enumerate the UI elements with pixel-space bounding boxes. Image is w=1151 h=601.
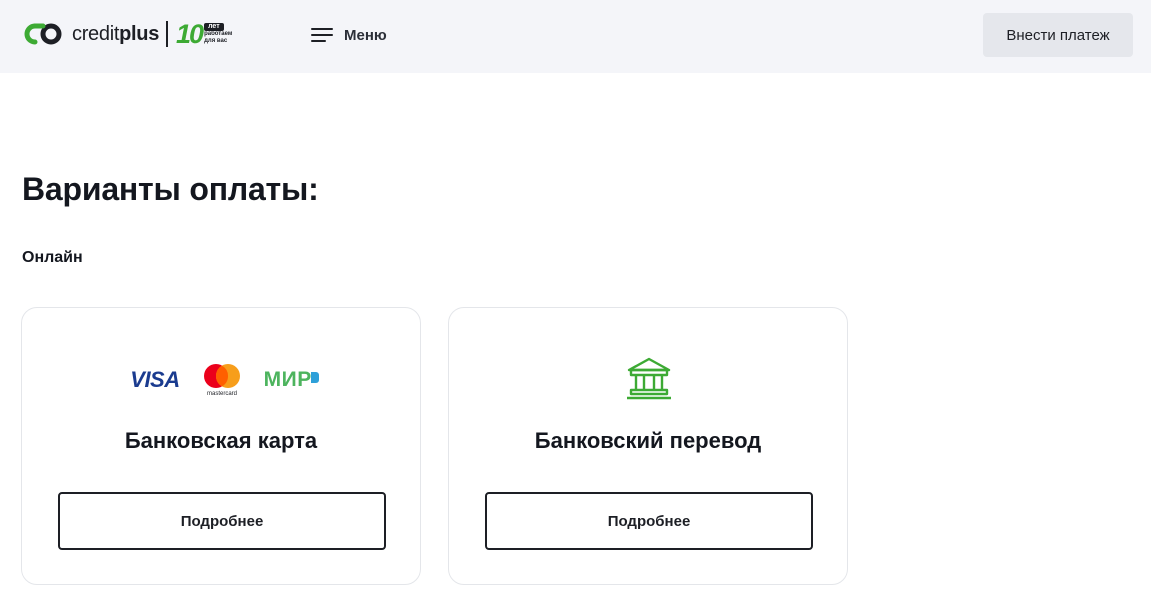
payment-option-bank-card: VISA mastercard МИР Банковская карта Под… (21, 307, 421, 585)
visa-logo-text: VISA (130, 367, 180, 392)
bank-building-icon (627, 357, 671, 400)
section-label-online: Онлайн (22, 249, 83, 266)
payment-option-bank-transfer: Банковский перевод Подробнее (448, 307, 848, 585)
visa-logo: VISA (130, 367, 180, 393)
mastercard-circles-icon: mastercard (203, 364, 240, 397)
card-title-bank-transfer: Банковский перевод (534, 428, 762, 453)
card-title-bank-card: Банковская карта (124, 428, 318, 453)
mastercard-logo: mastercard (202, 363, 242, 397)
logo-divider (166, 21, 169, 47)
menu-label: Меню (344, 26, 387, 44)
more-details-button-bank-transfer[interactable]: Подробнее (485, 492, 813, 550)
menu-button[interactable]: Меню (311, 22, 387, 48)
logo-anniversary-badge: лет работаем для вас (204, 23, 232, 45)
creditplus-logo[interactable]: creditplus 10 лет работаем для вас (23, 18, 232, 50)
mir-logo: МИР (263, 368, 319, 392)
logo-caption-line2: для вас (204, 38, 228, 44)
hamburger-icon (311, 26, 333, 44)
page-title: Варианты оплаты: (22, 171, 319, 207)
make-payment-button[interactable]: Внести платеж (983, 13, 1133, 57)
logo-caption-line1: работаем (204, 31, 233, 37)
logo-anniversary-unit: лет (204, 23, 224, 31)
mastercard-logo-text: mastercard (207, 391, 237, 397)
logo-word-plus: plus (119, 22, 160, 45)
creditplus-mark-icon (24, 23, 62, 45)
mir-logo-text: МИР (263, 368, 312, 391)
logo-wordmark: creditplus (72, 23, 159, 46)
more-details-button-bank-card[interactable]: Подробнее (58, 492, 386, 550)
card-brand-logos: VISA mastercard МИР (22, 360, 420, 400)
logo-word-credit: credit (72, 22, 120, 45)
logo-anniversary-number: 10 (176, 18, 204, 49)
site-header: creditplus 10 лет работаем для вас Меню … (0, 0, 1151, 73)
